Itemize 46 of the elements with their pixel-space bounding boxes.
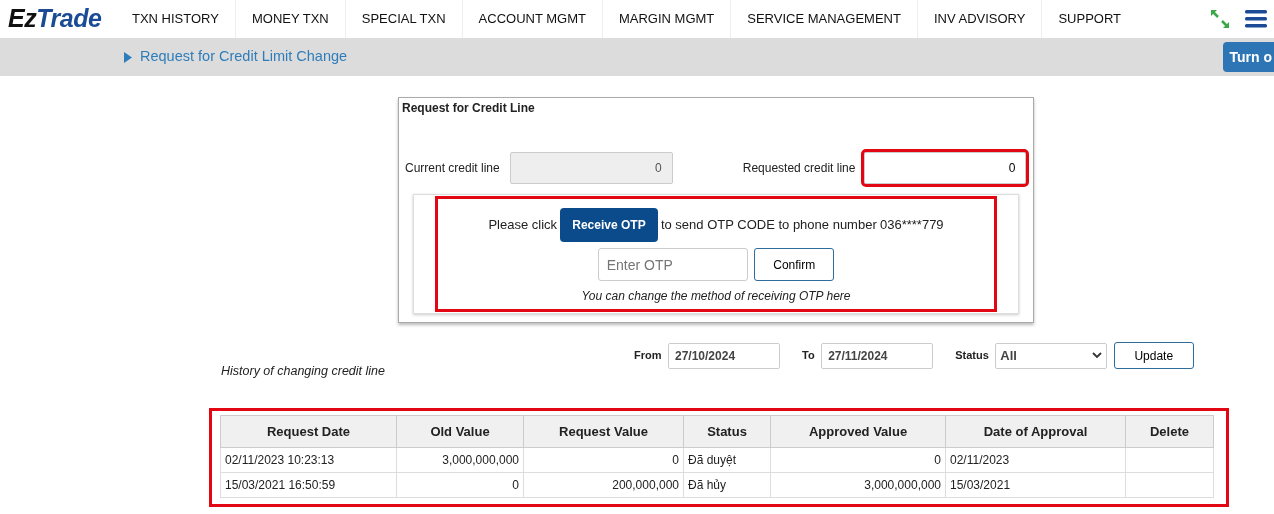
otp-instruction: to send OTP CODE to phone number [660, 216, 877, 235]
table-cell: 0 [523, 447, 684, 473]
table-cell: 3,000,000,000 [396, 447, 524, 473]
column-header: Old Value [396, 415, 524, 448]
table-cell: Đã duyệt [683, 447, 771, 473]
table-cell: 15/03/2021 [945, 472, 1126, 498]
menu-icon[interactable] [1243, 9, 1268, 29]
confirm-button[interactable]: Confirm [754, 248, 835, 281]
date-field[interactable]: 27/11/2024 [821, 342, 934, 369]
phone-number: 036****779 [880, 216, 944, 235]
side-button[interactable]: Turn o [1223, 42, 1274, 72]
table-cell: 200,000,000 [523, 472, 684, 498]
credit-field[interactable]: 0 [864, 152, 1027, 184]
table-cell: Đã hủy [683, 472, 771, 498]
table-cell: 15/03/2021 16:50:59 [220, 472, 397, 498]
logo: EzTrade [7, 3, 103, 35]
otp-instruction: Please click [488, 216, 558, 235]
column-header: Status [683, 415, 771, 448]
column-header: Delete [1125, 415, 1214, 448]
menu-item[interactable]: SUPPORT [1042, 0, 1138, 38]
page-title: Request for Credit Limit Change [140, 47, 348, 67]
filter-label: Status [955, 348, 989, 364]
column-header: Request Date [220, 415, 397, 448]
table-cell: 02/11/2023 10:23:13 [220, 447, 397, 473]
otp-field[interactable]: Enter OTP [597, 248, 748, 281]
history-title: History of changing credit line [221, 363, 385, 380]
caret-icon [124, 51, 132, 63]
expand-icon[interactable] [1208, 8, 1231, 30]
table-cell: 0 [396, 472, 524, 498]
field-label: Requested credit line [742, 160, 856, 177]
update-button[interactable]: Update [1113, 342, 1194, 369]
date-field[interactable]: 27/10/2024 [668, 342, 780, 369]
status-select[interactable]: All [995, 342, 1108, 369]
column-header: Date of Approval [945, 415, 1126, 448]
field-label: Current credit line [405, 160, 500, 177]
column-header: Approved Value [770, 415, 946, 448]
table-cell: 02/11/2023 [945, 447, 1126, 473]
here-link[interactable]: here [826, 289, 851, 303]
receive-otp-button[interactable]: Receive OTP [560, 208, 658, 242]
table-cell: 3,000,000,000 [770, 472, 946, 498]
otp-note: You can change the method of receiving OTP here [581, 288, 851, 305]
filter-label: To [802, 348, 815, 364]
column-header: Request Value [523, 415, 684, 448]
table-cell: 0 [770, 447, 946, 473]
chevron-icon [1092, 352, 1103, 359]
filter-label: From [634, 348, 662, 364]
